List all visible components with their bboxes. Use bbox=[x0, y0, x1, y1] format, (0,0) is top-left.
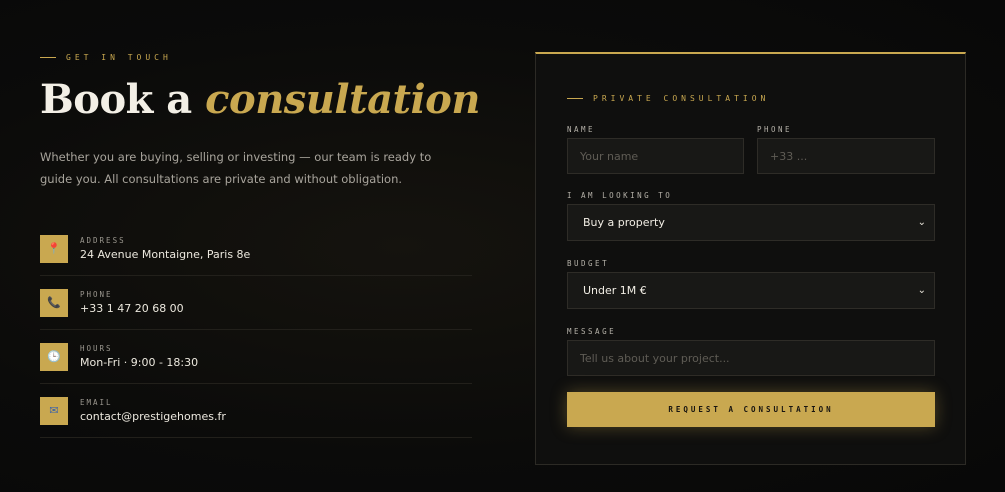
budget-select[interactable]: Under 1M € ⌄ bbox=[567, 272, 935, 309]
title-plain: Book a bbox=[40, 76, 192, 123]
contact-label: EMAIL bbox=[80, 398, 113, 407]
phone-input[interactable] bbox=[757, 138, 935, 174]
message-label: MESSAGE bbox=[567, 327, 617, 336]
contact-list: 📍 ADDRESS 24 Avenue Montaigne, Paris 8e … bbox=[40, 222, 472, 438]
phone-icon: 📞 bbox=[40, 288, 68, 317]
intent-label: I AM LOOKING TO bbox=[567, 191, 673, 200]
page-title: Book a consultation bbox=[40, 76, 480, 123]
form-eyebrow-text: PRIVATE CONSULTATION bbox=[593, 94, 770, 103]
section-eyebrow: GET IN TOUCH bbox=[40, 53, 172, 62]
contact-email-link[interactable]: contact@prestigehomes.fr bbox=[80, 410, 226, 423]
contact-label: PHONE bbox=[80, 290, 113, 299]
eyebrow-text: GET IN TOUCH bbox=[66, 53, 172, 62]
email-icon: ✉ bbox=[40, 396, 68, 425]
consultation-form: PRIVATE CONSULTATION NAME PHONE I AM LOO… bbox=[535, 52, 966, 465]
contact-label: ADDRESS bbox=[80, 236, 126, 245]
clock-icon: 🕒 bbox=[40, 342, 68, 371]
eyebrow-line bbox=[567, 98, 583, 99]
intro-text: Whether you are buying, selling or inves… bbox=[40, 150, 432, 186]
pin-icon: 📍 bbox=[40, 234, 68, 263]
intent-value: Buy a property bbox=[583, 216, 665, 229]
title-accent: consultation bbox=[205, 76, 480, 123]
chevron-down-icon: ⌄ bbox=[917, 217, 926, 228]
form-eyebrow: PRIVATE CONSULTATION bbox=[567, 94, 769, 103]
contact-email: ✉ EMAIL contact@prestigehomes.fr bbox=[40, 384, 472, 438]
budget-value: Under 1M € bbox=[583, 284, 647, 297]
intent-select[interactable]: Buy a property ⌄ bbox=[567, 204, 935, 241]
contact-phone: 📞 PHONE +33 1 47 20 68 00 bbox=[40, 276, 472, 330]
contact-address: 📍 ADDRESS 24 Avenue Montaigne, Paris 8e bbox=[40, 222, 472, 276]
budget-label: BUDGET bbox=[567, 259, 610, 268]
contact-value: 24 Avenue Montaigne, Paris 8e bbox=[80, 248, 251, 261]
name-input[interactable] bbox=[567, 138, 744, 174]
chevron-down-icon: ⌄ bbox=[917, 285, 926, 296]
request-consultation-button[interactable]: REQUEST A CONSULTATION bbox=[567, 392, 935, 427]
contact-label: HOURS bbox=[80, 344, 113, 353]
message-input[interactable] bbox=[567, 340, 935, 376]
phone-label: PHONE bbox=[757, 125, 793, 134]
contact-value: Mon-Fri · 9:00 - 18:30 bbox=[80, 356, 199, 369]
eyebrow-line bbox=[40, 57, 56, 58]
contact-value: +33 1 47 20 68 00 bbox=[80, 302, 184, 315]
contact-hours: 🕒 HOURS Mon-Fri · 9:00 - 18:30 bbox=[40, 330, 472, 384]
name-label: NAME bbox=[567, 125, 596, 134]
